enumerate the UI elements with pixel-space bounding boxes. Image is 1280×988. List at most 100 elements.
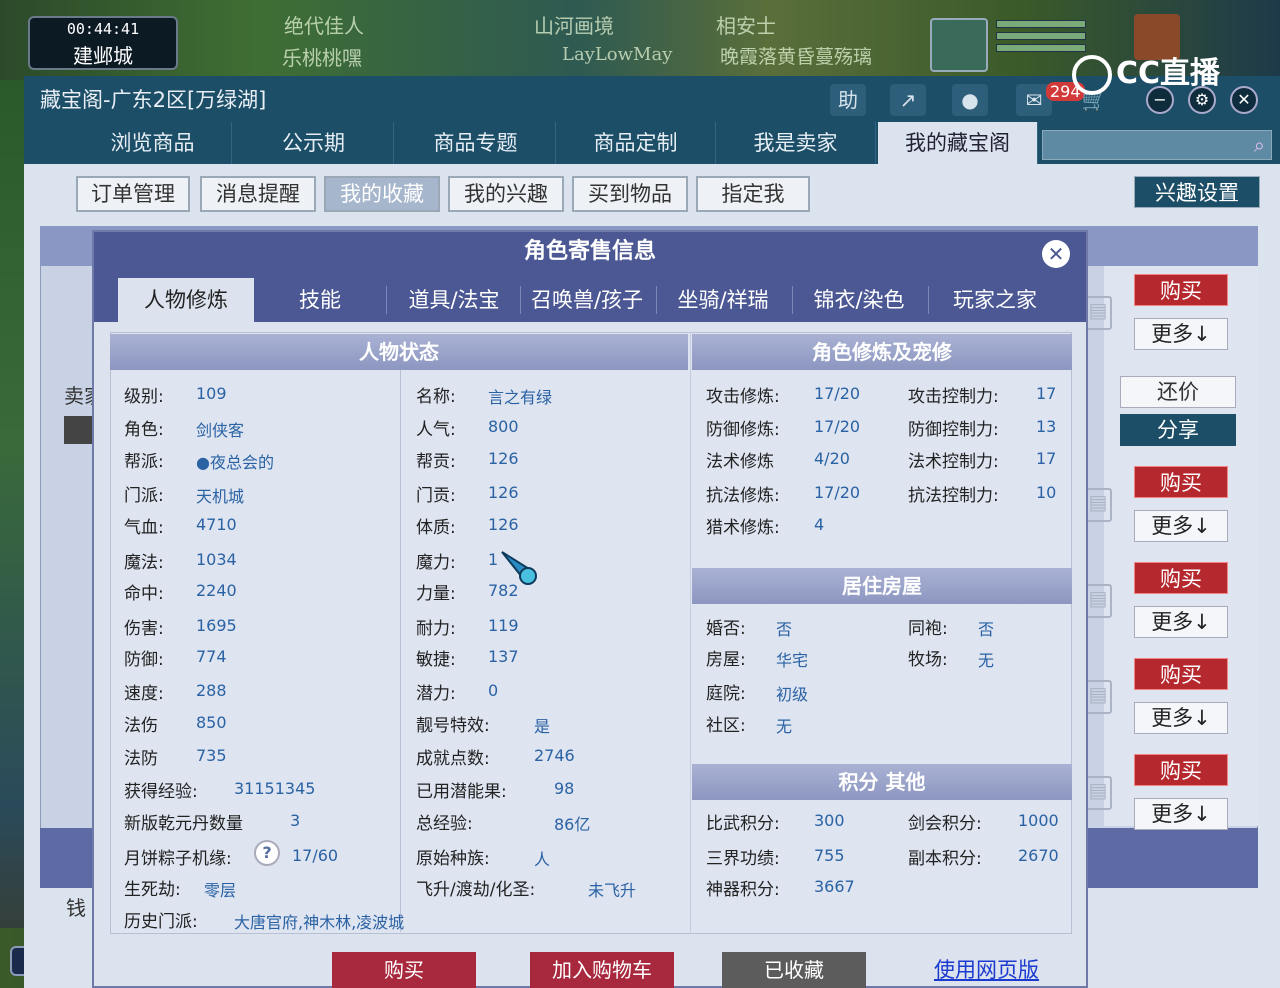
more-button[interactable]: 更多↓ [1134, 702, 1228, 734]
stat-label: 总经验: [416, 814, 473, 834]
house-value: 无 [776, 717, 793, 736]
cultivation-section-header: 角色修炼及宠修 [692, 334, 1072, 370]
more-button[interactable]: 更多↓ [1134, 606, 1228, 638]
help-button[interactable]: 助 [830, 84, 866, 116]
stat-value: 2746 [534, 746, 575, 765]
modal-close-icon[interactable]: ✕ [1042, 240, 1070, 268]
buy-button[interactable]: 购买 [1134, 466, 1228, 498]
cc-logo-icon [1072, 54, 1112, 95]
nav-topics[interactable]: 商品专题 [396, 122, 556, 164]
close-icon[interactable]: ✕ [1230, 86, 1258, 114]
add-to-cart-button[interactable]: 加入购物车 [530, 952, 674, 988]
subtab-messages[interactable]: 消息提醒 [200, 176, 316, 212]
subtab-assigned[interactable]: 指定我 [696, 176, 810, 212]
cart-icon[interactable]: ▤ [1084, 776, 1112, 810]
search-input[interactable]: ⌕ [1042, 130, 1272, 160]
stat-value: 剑侠客 [196, 421, 245, 440]
help-question-icon[interactable]: ? [254, 840, 280, 866]
buy-button[interactable]: 购买 [1134, 562, 1228, 594]
list-actions-column [1104, 266, 1258, 826]
house-value: 否 [978, 620, 995, 639]
subtab-purchased[interactable]: 买到物品 [572, 176, 688, 212]
nav-seller[interactable]: 我是卖家 [716, 122, 876, 164]
stat-value: 大唐官府,神木林,凌波城 [234, 913, 405, 932]
points-label: 副本积分: [908, 849, 982, 869]
stat-label: 速度: [124, 684, 164, 704]
tab-outfits[interactable]: 锦衣/染色 [792, 278, 926, 322]
control-label: 抗法控制力: [908, 486, 999, 506]
buy-button[interactable]: 购买 [1134, 754, 1228, 786]
stat-label: 生死劫: [124, 880, 181, 900]
stat-value: 1 [488, 550, 499, 569]
stat-label: 月饼粽子机缘: [124, 849, 232, 869]
stat-value: 2240 [196, 581, 237, 600]
control-value: 10 [1036, 483, 1057, 502]
stat-value: 126 [488, 515, 519, 534]
stat-label: 体质: [416, 518, 456, 538]
nav-announcement[interactable]: 公示期 [234, 122, 394, 164]
stat-label: 获得经验: [124, 782, 198, 802]
control-label: 法术控制力: [908, 452, 999, 472]
stat-label: 伤害: [124, 619, 164, 639]
house-label: 庭院: [706, 684, 746, 704]
more-button[interactable]: 更多↓ [1134, 798, 1228, 830]
points-value: 755 [814, 846, 845, 865]
tab-items[interactable]: 道具/法宝 [388, 278, 520, 322]
web-version-link[interactable]: 使用网页版 [934, 954, 1039, 984]
stat-label: 靓号特效: [416, 716, 490, 736]
nav-custom[interactable]: 商品定制 [556, 122, 716, 164]
tab-skills[interactable]: 技能 [254, 278, 386, 322]
column-divider [690, 332, 691, 934]
tab-mounts[interactable]: 坐骑/祥瑞 [656, 278, 790, 322]
stat-label: 成就点数: [416, 749, 490, 769]
cart-icon[interactable]: ▤ [1084, 584, 1112, 618]
cart-icon[interactable]: ▤ [1084, 488, 1112, 522]
house-value: 华宅 [776, 651, 809, 670]
pet-portrait[interactable] [930, 18, 988, 72]
stat-value: 850 [196, 713, 227, 732]
tab-character[interactable]: 人物修炼 [118, 278, 254, 322]
points-value: 3667 [814, 877, 855, 896]
stat-value: 零层 [204, 881, 237, 900]
buy-button[interactable]: 购买 [1134, 658, 1228, 690]
stat-label: 飞升/渡劫/化圣: [416, 880, 536, 900]
stat-value: 17/60 [292, 846, 339, 865]
favorited-button[interactable]: 已收藏 [722, 952, 866, 988]
points-section-header: 积分 其他 [692, 764, 1072, 800]
game-overlay-text: LayLowMay [562, 44, 673, 65]
stat-value: 774 [196, 647, 227, 666]
modal-buy-button[interactable]: 购买 [332, 952, 476, 988]
cart-icon[interactable]: ▤ [1084, 680, 1112, 714]
stat-value: 3 [290, 811, 301, 830]
share-arrow-icon[interactable]: ↗ [890, 84, 926, 116]
cultivation-label: 抗法修炼: [706, 486, 780, 506]
subtab-interests[interactable]: 我的兴趣 [448, 176, 564, 212]
search-icon[interactable]: ⌕ [1254, 133, 1265, 157]
game-overlay-text: 晚霞落黄昏蔓殇璃 [720, 46, 873, 68]
more-button[interactable]: 更多↓ [1134, 510, 1228, 542]
nav-my-pavilion[interactable]: 我的藏宝阁 [878, 122, 1038, 164]
stat-label: 人气: [416, 420, 456, 440]
interest-settings-button[interactable]: 兴趣设置 [1134, 176, 1260, 208]
bargain-button[interactable]: 还价 [1120, 376, 1236, 408]
control-label: 防御控制力: [908, 420, 999, 440]
stat-value: 119 [488, 616, 519, 635]
more-button[interactable]: 更多↓ [1134, 318, 1228, 350]
subtab-orders[interactable]: 订单管理 [76, 176, 190, 212]
buy-button[interactable]: 购买 [1134, 274, 1228, 306]
stat-label: 命中: [124, 584, 164, 604]
tab-player-home[interactable]: 玩家之家 [928, 278, 1062, 322]
house-section-header: 居住房屋 [692, 568, 1072, 604]
share-button[interactable]: 分享 [1120, 414, 1236, 446]
nav-browse[interactable]: 浏览商品 [74, 122, 232, 164]
stat-label: 历史门派: [124, 912, 198, 932]
stat-value: ●夜总会的 [196, 453, 274, 472]
cart-icon[interactable]: ▤ [1084, 296, 1112, 330]
subtab-favorites[interactable]: 我的收藏 [324, 176, 440, 212]
stat-value: 126 [488, 449, 519, 468]
tab-pets[interactable]: 召唤兽/孩子 [520, 278, 654, 322]
record-icon[interactable]: ● [952, 84, 988, 116]
main-nav: 浏览商品 公示期 商品专题 商品定制 我是卖家 我的藏宝阁 ⌕ [24, 122, 1280, 164]
points-label: 三界功绩: [706, 849, 780, 869]
stat-label: 新版乾元丹数量 [124, 814, 243, 834]
